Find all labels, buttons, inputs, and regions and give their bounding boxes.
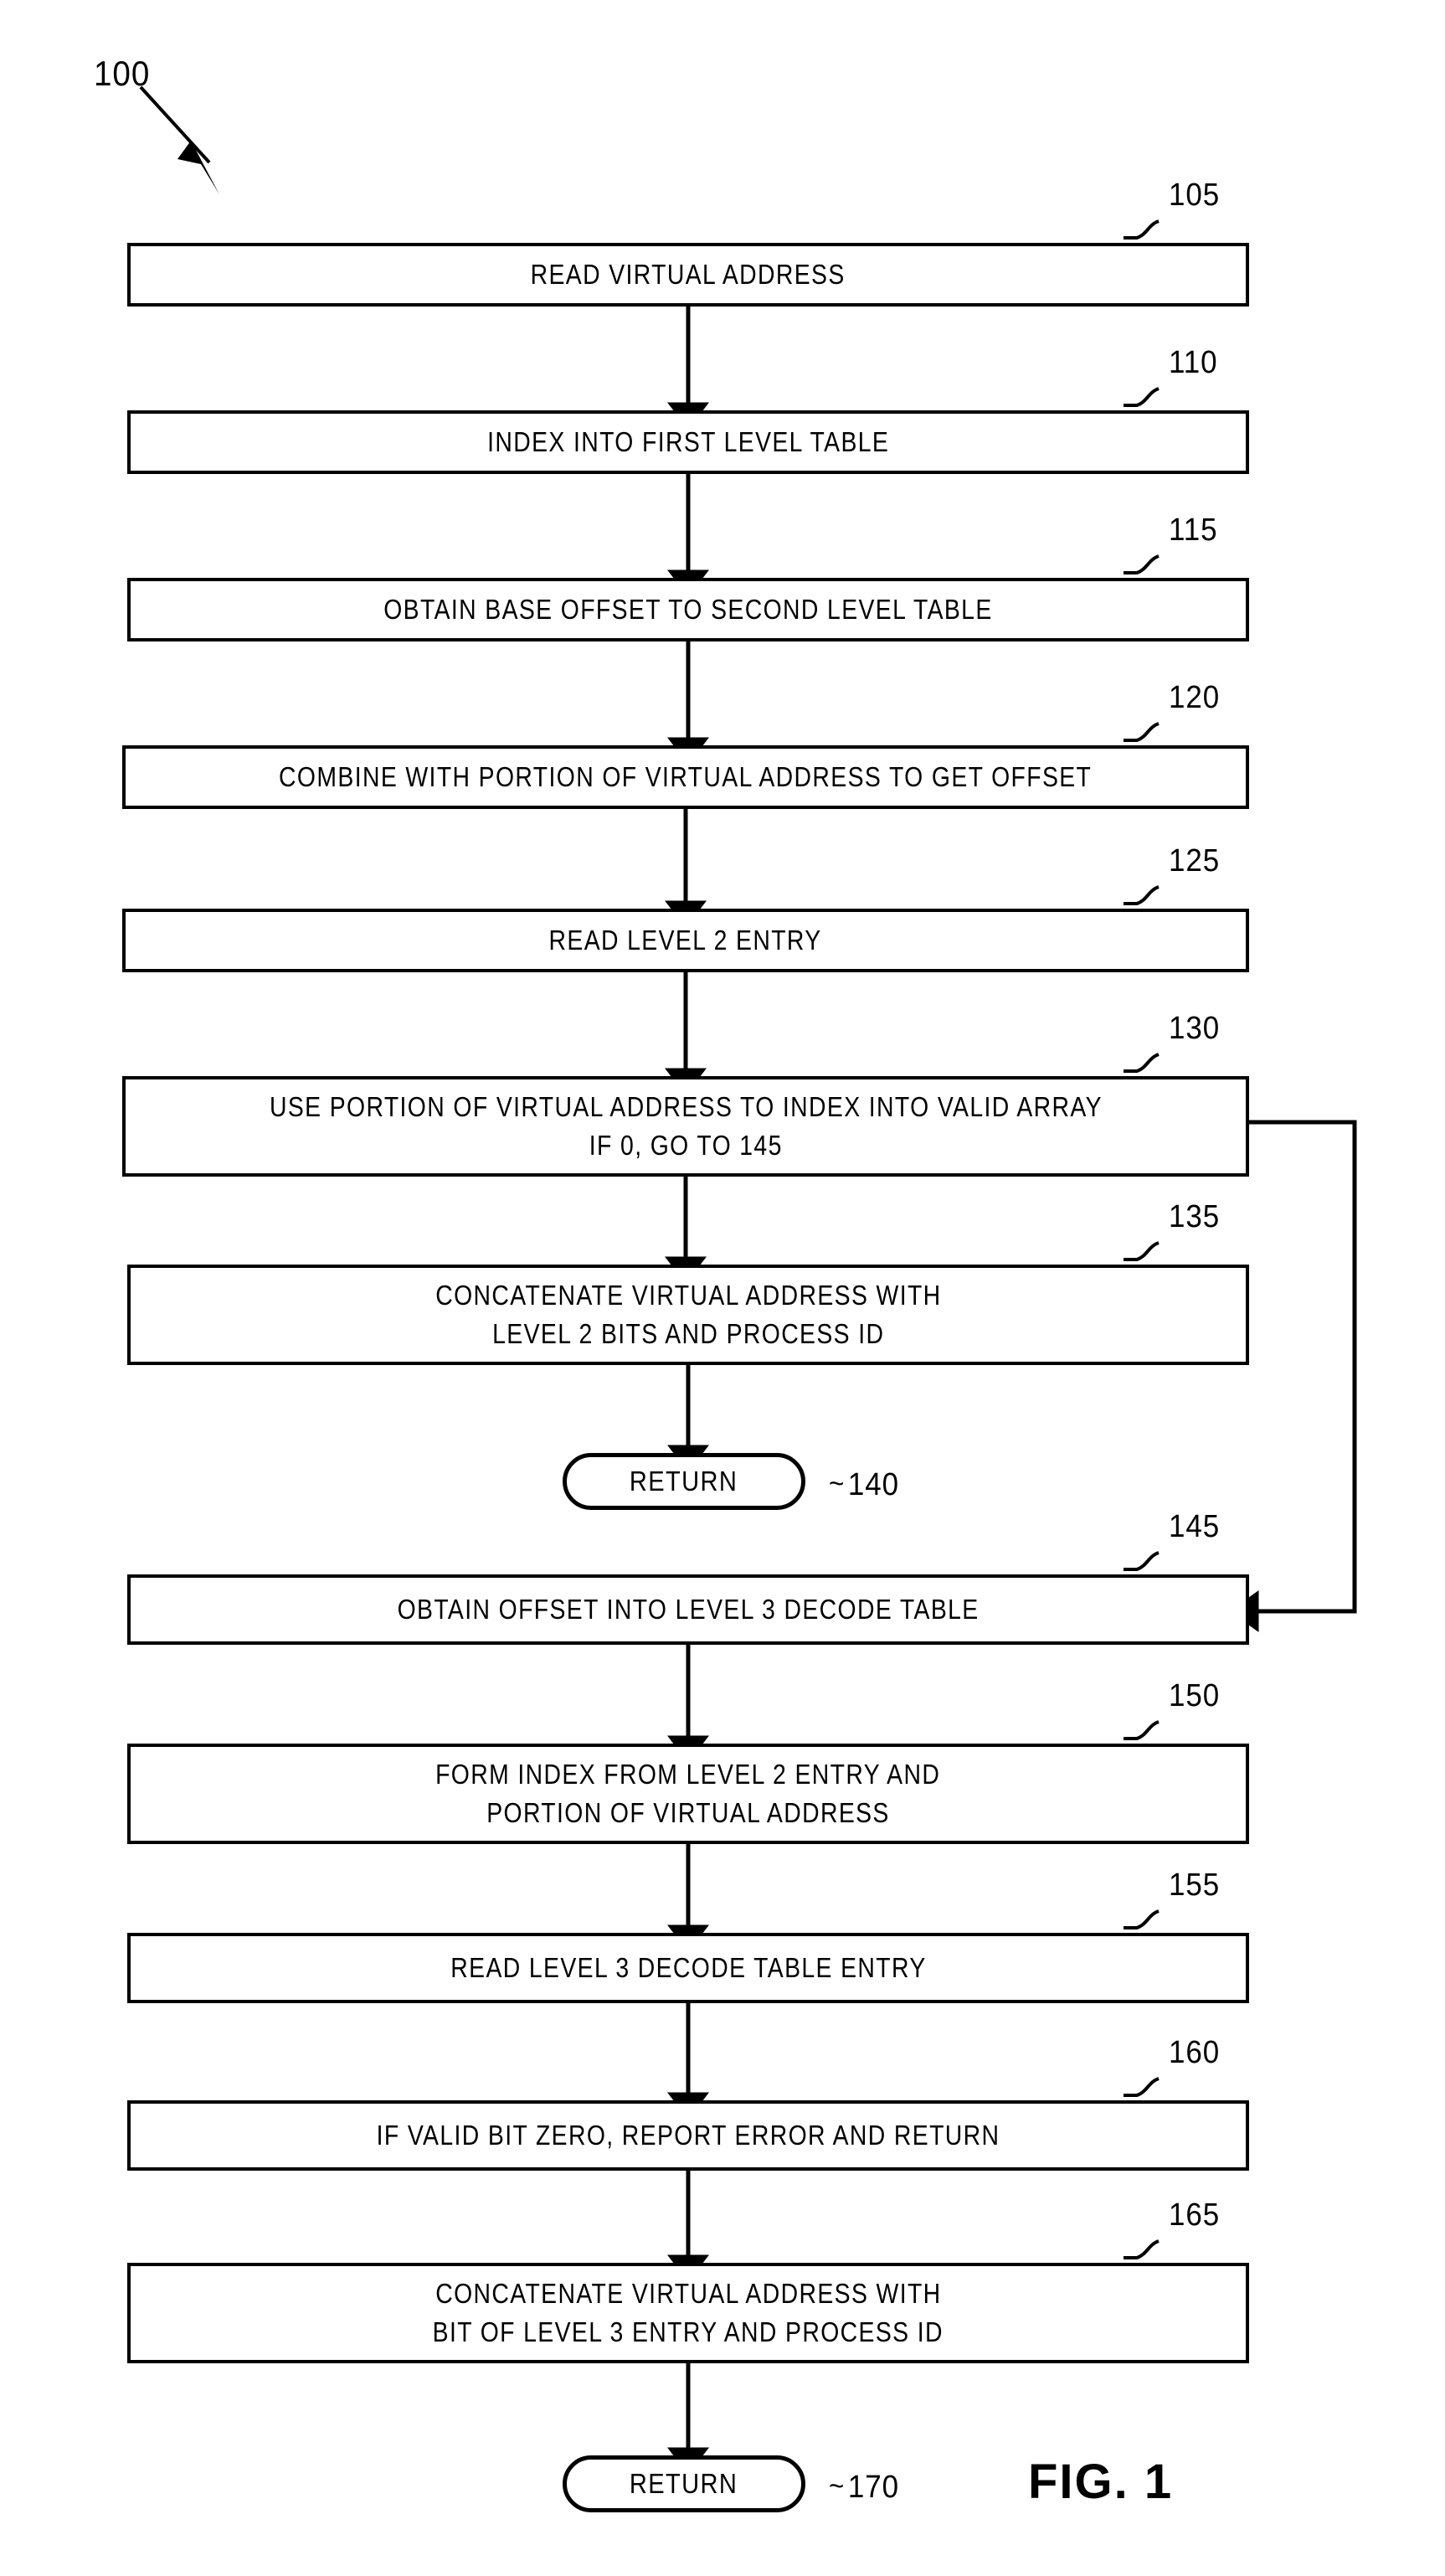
node-150-line-1: FORM INDEX FROM LEVEL 2 ENTRY AND xyxy=(435,1759,941,1790)
reference-numeral-115: 115 xyxy=(1169,513,1218,548)
leader-line-130 xyxy=(1124,1053,1160,1073)
terminal-170: RETURN xyxy=(563,2455,805,2512)
node-145-line-1: OBTAIN OFFSET INTO LEVEL 3 DECODE TABLE xyxy=(397,1594,980,1625)
leader-line-115 xyxy=(1124,554,1160,574)
process-box-115: OBTAIN BASE OFFSET TO SECOND LEVEL TABLE xyxy=(127,578,1249,641)
connector-130-to-145-branch xyxy=(1229,1120,1357,1632)
node-110-line-1: INDEX INTO FIRST LEVEL TABLE xyxy=(486,426,890,457)
leader-line-105 xyxy=(1124,219,1160,240)
reference-numeral-120: 120 xyxy=(1169,680,1221,715)
leader-line-135 xyxy=(1124,1241,1160,1261)
leader-line-110 xyxy=(1124,387,1160,407)
reference-numeral-140: 140 xyxy=(829,1467,899,1503)
leader-line-145 xyxy=(1124,1551,1160,1571)
node-165-line-2: BIT OF LEVEL 3 ENTRY AND PROCESS ID xyxy=(432,2316,944,2347)
reference-numeral-125: 125 xyxy=(1169,843,1221,878)
reference-numeral-165: 165 xyxy=(1169,2197,1221,2233)
process-box-110: INDEX INTO FIRST LEVEL TABLE xyxy=(127,410,1249,474)
leader-line-155 xyxy=(1124,1909,1160,1929)
reference-numeral-130: 130 xyxy=(1169,1011,1221,1046)
reference-numeral-150: 150 xyxy=(1169,1678,1221,1713)
figure-caption: FIG. 1 xyxy=(1028,2455,1174,2509)
reference-numeral-160: 160 xyxy=(1169,2035,1221,2070)
part-label-100-leader xyxy=(139,85,219,194)
leader-line-165 xyxy=(1124,2239,1160,2259)
node-120-line-1: COMBINE WITH PORTION OF VIRTUAL ADDRESS … xyxy=(279,761,1093,792)
reference-numeral-155: 155 xyxy=(1169,1868,1221,1903)
part-label-100: 100 xyxy=(94,54,151,93)
node-165-line-1: CONCATENATE VIRTUAL ADDRESS WITH xyxy=(435,2278,942,2309)
node-150-line-2: PORTION OF VIRTUAL ADDRESS xyxy=(486,1797,890,1828)
process-box-165: CONCATENATE VIRTUAL ADDRESS WITH BIT OF L… xyxy=(127,2263,1249,2363)
process-box-120: COMBINE WITH PORTION OF VIRTUAL ADDRESS … xyxy=(122,745,1249,809)
leader-line-125 xyxy=(1124,885,1160,905)
node-125-line-1: READ LEVEL 2 ENTRY xyxy=(548,925,823,956)
patent-figure-sheet: READ VIRTUAL ADDRESS INDEX INTO FIRST LEV… xyxy=(0,0,1445,2576)
reference-numeral-110: 110 xyxy=(1169,345,1218,380)
reference-numeral-135: 135 xyxy=(1169,1199,1221,1234)
node-135-line-2: LEVEL 2 BITS AND PROCESS ID xyxy=(491,1318,885,1349)
node-130-line-1: USE PORTION OF VIRTUAL ADDRESS TO INDEX … xyxy=(269,1091,1103,1122)
process-box-160: IF VALID BIT ZERO, REPORT ERROR AND RETU… xyxy=(127,2100,1249,2171)
node-170-line-1: RETURN xyxy=(630,2468,738,2499)
node-155-line-1: READ LEVEL 3 DECODE TABLE ENTRY xyxy=(450,1952,927,1983)
node-105-line-1: READ VIRTUAL ADDRESS xyxy=(530,259,846,290)
process-box-150: FORM INDEX FROM LEVEL 2 ENTRY AND PORTION… xyxy=(127,1744,1249,1844)
process-box-125: READ LEVEL 2 ENTRY xyxy=(122,909,1249,972)
reference-numeral-145: 145 xyxy=(1169,1509,1221,1544)
node-135-line-1: CONCATENATE VIRTUAL ADDRESS WITH xyxy=(435,1280,942,1311)
terminal-140: RETURN xyxy=(563,1453,805,1510)
process-box-135: CONCATENATE VIRTUAL ADDRESS WITH LEVEL 2 … xyxy=(127,1265,1249,1365)
process-box-145: OBTAIN OFFSET INTO LEVEL 3 DECODE TABLE xyxy=(127,1574,1249,1645)
leader-line-120 xyxy=(1124,722,1160,742)
node-115-line-1: OBTAIN BASE OFFSET TO SECOND LEVEL TABLE xyxy=(383,594,993,625)
process-box-155: READ LEVEL 3 DECODE TABLE ENTRY xyxy=(127,1933,1249,2003)
node-130-line-2: IF 0, GO TO 145 xyxy=(589,1130,783,1161)
reference-numeral-170: 170 xyxy=(829,2470,899,2506)
leader-line-160 xyxy=(1124,2077,1160,2097)
process-box-130: USE PORTION OF VIRTUAL ADDRESS TO INDEX … xyxy=(122,1076,1249,1177)
reference-numeral-105: 105 xyxy=(1169,178,1221,213)
leader-line-150 xyxy=(1124,1720,1160,1740)
node-140-line-1: RETURN xyxy=(630,1466,738,1497)
process-box-105: READ VIRTUAL ADDRESS xyxy=(127,243,1249,307)
node-160-line-1: IF VALID BIT ZERO, REPORT ERROR AND RETU… xyxy=(376,2120,1000,2151)
